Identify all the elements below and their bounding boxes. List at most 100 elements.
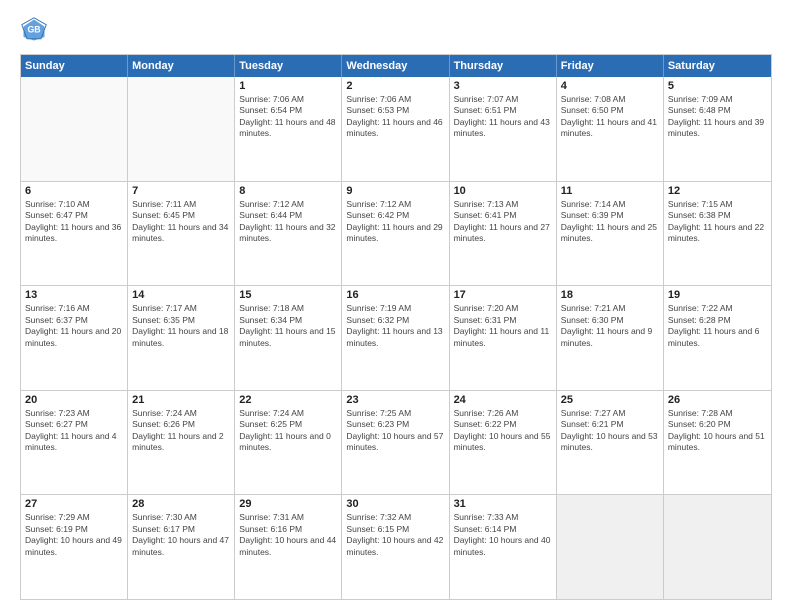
day-number: 19: [668, 289, 767, 301]
calendar-cell: 12 Sunrise: 7:15 AM Sunset: 6:38 PM Dayli…: [664, 182, 771, 286]
day-number: 4: [561, 80, 659, 92]
calendar-row-2: 6 Sunrise: 7:10 AM Sunset: 6:47 PM Daylig…: [21, 181, 771, 286]
header-day-friday: Friday: [557, 55, 664, 77]
calendar-row-1: 1 Sunrise: 7:06 AM Sunset: 6:54 PM Daylig…: [21, 77, 771, 181]
cell-sun-info: Sunrise: 7:27 AM Sunset: 6:21 PM Dayligh…: [561, 408, 659, 454]
calendar-cell: 20Sunrise: 7:23 AM Sunset: 6:27 PM Dayli…: [21, 391, 128, 495]
cell-sun-info: Sunrise: 7:22 AM Sunset: 6:28 PM Dayligh…: [668, 303, 767, 349]
calendar-cell: 21Sunrise: 7:24 AM Sunset: 6:26 PM Dayli…: [128, 391, 235, 495]
calendar-cell: 28 Sunrise: 7:30 AM Sunset: 6:17 PM Dayli…: [128, 495, 235, 599]
cell-sun-info: Sunrise: 7:12 AM Sunset: 6:44 PM Dayligh…: [239, 199, 337, 245]
calendar-cell: 25 Sunrise: 7:27 AM Sunset: 6:21 PM Dayli…: [557, 391, 664, 495]
calendar-cell: [664, 495, 771, 599]
calendar-cell: 10Sunrise: 7:13 AM Sunset: 6:41 PM Dayli…: [450, 182, 557, 286]
day-number: 15: [239, 289, 337, 301]
calendar-row-4: 20Sunrise: 7:23 AM Sunset: 6:27 PM Dayli…: [21, 390, 771, 495]
header-day-wednesday: Wednesday: [342, 55, 449, 77]
calendar-cell: 14Sunrise: 7:17 AM Sunset: 6:35 PM Dayli…: [128, 286, 235, 390]
calendar-cell: 7 Sunrise: 7:11 AM Sunset: 6:45 PM Daylig…: [128, 182, 235, 286]
day-number: 16: [346, 289, 444, 301]
calendar-cell: 26 Sunrise: 7:28 AM Sunset: 6:20 PM Dayli…: [664, 391, 771, 495]
header-day-sunday: Sunday: [21, 55, 128, 77]
cell-sun-info: Sunrise: 7:32 AM Sunset: 6:15 PM Dayligh…: [346, 512, 444, 558]
calendar: SundayMondayTuesdayWednesdayThursdayFrid…: [20, 54, 772, 600]
header-day-tuesday: Tuesday: [235, 55, 342, 77]
day-number: 1: [239, 80, 337, 92]
day-number: 13: [25, 289, 123, 301]
header-day-thursday: Thursday: [450, 55, 557, 77]
cell-sun-info: Sunrise: 7:06 AM Sunset: 6:53 PM Dayligh…: [346, 94, 444, 140]
day-number: 10: [454, 185, 552, 197]
calendar-body: 1 Sunrise: 7:06 AM Sunset: 6:54 PM Daylig…: [21, 77, 771, 599]
cell-sun-info: Sunrise: 7:19 AM Sunset: 6:32 PM Dayligh…: [346, 303, 444, 349]
cell-sun-info: Sunrise: 7:15 AM Sunset: 6:38 PM Dayligh…: [668, 199, 767, 245]
header-day-saturday: Saturday: [664, 55, 771, 77]
day-number: 18: [561, 289, 659, 301]
cell-sun-info: Sunrise: 7:08 AM Sunset: 6:50 PM Dayligh…: [561, 94, 659, 140]
calendar-cell: 23Sunrise: 7:25 AM Sunset: 6:23 PM Dayli…: [342, 391, 449, 495]
day-number: 28: [132, 498, 230, 510]
page: GB SundayMondayTuesdayWednesdayThursdayF…: [0, 0, 792, 612]
calendar-row-3: 13 Sunrise: 7:16 AM Sunset: 6:37 PM Dayli…: [21, 285, 771, 390]
cell-sun-info: Sunrise: 7:14 AM Sunset: 6:39 PM Dayligh…: [561, 199, 659, 245]
calendar-cell: 18 Sunrise: 7:21 AM Sunset: 6:30 PM Dayli…: [557, 286, 664, 390]
day-number: 27: [25, 498, 123, 510]
calendar-cell: 19 Sunrise: 7:22 AM Sunset: 6:28 PM Dayli…: [664, 286, 771, 390]
cell-sun-info: Sunrise: 7:25 AM Sunset: 6:23 PM Dayligh…: [346, 408, 444, 454]
day-number: 3: [454, 80, 552, 92]
cell-sun-info: Sunrise: 7:12 AM Sunset: 6:42 PM Dayligh…: [346, 199, 444, 245]
cell-sun-info: Sunrise: 7:33 AM Sunset: 6:14 PM Dayligh…: [454, 512, 552, 558]
cell-sun-info: Sunrise: 7:31 AM Sunset: 6:16 PM Dayligh…: [239, 512, 337, 558]
calendar-cell: 22Sunrise: 7:24 AM Sunset: 6:25 PM Dayli…: [235, 391, 342, 495]
day-number: 17: [454, 289, 552, 301]
day-number: 7: [132, 185, 230, 197]
cell-sun-info: Sunrise: 7:18 AM Sunset: 6:34 PM Dayligh…: [239, 303, 337, 349]
calendar-cell: 1 Sunrise: 7:06 AM Sunset: 6:54 PM Daylig…: [235, 77, 342, 181]
calendar-cell: 5Sunrise: 7:09 AM Sunset: 6:48 PM Daylig…: [664, 77, 771, 181]
cell-sun-info: Sunrise: 7:07 AM Sunset: 6:51 PM Dayligh…: [454, 94, 552, 140]
calendar-cell: 27 Sunrise: 7:29 AM Sunset: 6:19 PM Dayli…: [21, 495, 128, 599]
cell-sun-info: Sunrise: 7:16 AM Sunset: 6:37 PM Dayligh…: [25, 303, 123, 349]
day-number: 9: [346, 185, 444, 197]
cell-sun-info: Sunrise: 7:06 AM Sunset: 6:54 PM Dayligh…: [239, 94, 337, 140]
calendar-cell: 3 Sunrise: 7:07 AM Sunset: 6:51 PM Daylig…: [450, 77, 557, 181]
day-number: 26: [668, 394, 767, 406]
day-number: 6: [25, 185, 123, 197]
svg-text:GB: GB: [27, 25, 40, 35]
day-number: 31: [454, 498, 552, 510]
cell-sun-info: Sunrise: 7:17 AM Sunset: 6:35 PM Dayligh…: [132, 303, 230, 349]
cell-sun-info: Sunrise: 7:11 AM Sunset: 6:45 PM Dayligh…: [132, 199, 230, 245]
calendar-header: SundayMondayTuesdayWednesdayThursdayFrid…: [21, 55, 771, 77]
day-number: 30: [346, 498, 444, 510]
calendar-cell: 11 Sunrise: 7:14 AM Sunset: 6:39 PM Dayli…: [557, 182, 664, 286]
calendar-cell: 4 Sunrise: 7:08 AM Sunset: 6:50 PM Daylig…: [557, 77, 664, 181]
cell-sun-info: Sunrise: 7:10 AM Sunset: 6:47 PM Dayligh…: [25, 199, 123, 245]
calendar-cell: 2Sunrise: 7:06 AM Sunset: 6:53 PM Daylig…: [342, 77, 449, 181]
calendar-cell: 15 Sunrise: 7:18 AM Sunset: 6:34 PM Dayli…: [235, 286, 342, 390]
cell-sun-info: Sunrise: 7:30 AM Sunset: 6:17 PM Dayligh…: [132, 512, 230, 558]
calendar-cell: 30 Sunrise: 7:32 AM Sunset: 6:15 PM Dayli…: [342, 495, 449, 599]
cell-sun-info: Sunrise: 7:09 AM Sunset: 6:48 PM Dayligh…: [668, 94, 767, 140]
calendar-cell: [128, 77, 235, 181]
calendar-cell: 31 Sunrise: 7:33 AM Sunset: 6:14 PM Dayli…: [450, 495, 557, 599]
cell-sun-info: Sunrise: 7:28 AM Sunset: 6:20 PM Dayligh…: [668, 408, 767, 454]
header: GB: [20, 16, 772, 44]
calendar-cell: 16 Sunrise: 7:19 AM Sunset: 6:32 PM Dayli…: [342, 286, 449, 390]
calendar-cell: [21, 77, 128, 181]
day-number: 24: [454, 394, 552, 406]
calendar-cell: 29Sunrise: 7:31 AM Sunset: 6:16 PM Dayli…: [235, 495, 342, 599]
day-number: 11: [561, 185, 659, 197]
day-number: 12: [668, 185, 767, 197]
cell-sun-info: Sunrise: 7:21 AM Sunset: 6:30 PM Dayligh…: [561, 303, 659, 349]
calendar-cell: 24Sunrise: 7:26 AM Sunset: 6:22 PM Dayli…: [450, 391, 557, 495]
cell-sun-info: Sunrise: 7:24 AM Sunset: 6:26 PM Dayligh…: [132, 408, 230, 454]
cell-sun-info: Sunrise: 7:29 AM Sunset: 6:19 PM Dayligh…: [25, 512, 123, 558]
calendar-cell: [557, 495, 664, 599]
logo: GB: [20, 16, 52, 44]
calendar-cell: 13 Sunrise: 7:16 AM Sunset: 6:37 PM Dayli…: [21, 286, 128, 390]
header-day-monday: Monday: [128, 55, 235, 77]
logo-icon: GB: [20, 16, 48, 44]
day-number: 25: [561, 394, 659, 406]
day-number: 8: [239, 185, 337, 197]
cell-sun-info: Sunrise: 7:20 AM Sunset: 6:31 PM Dayligh…: [454, 303, 552, 349]
